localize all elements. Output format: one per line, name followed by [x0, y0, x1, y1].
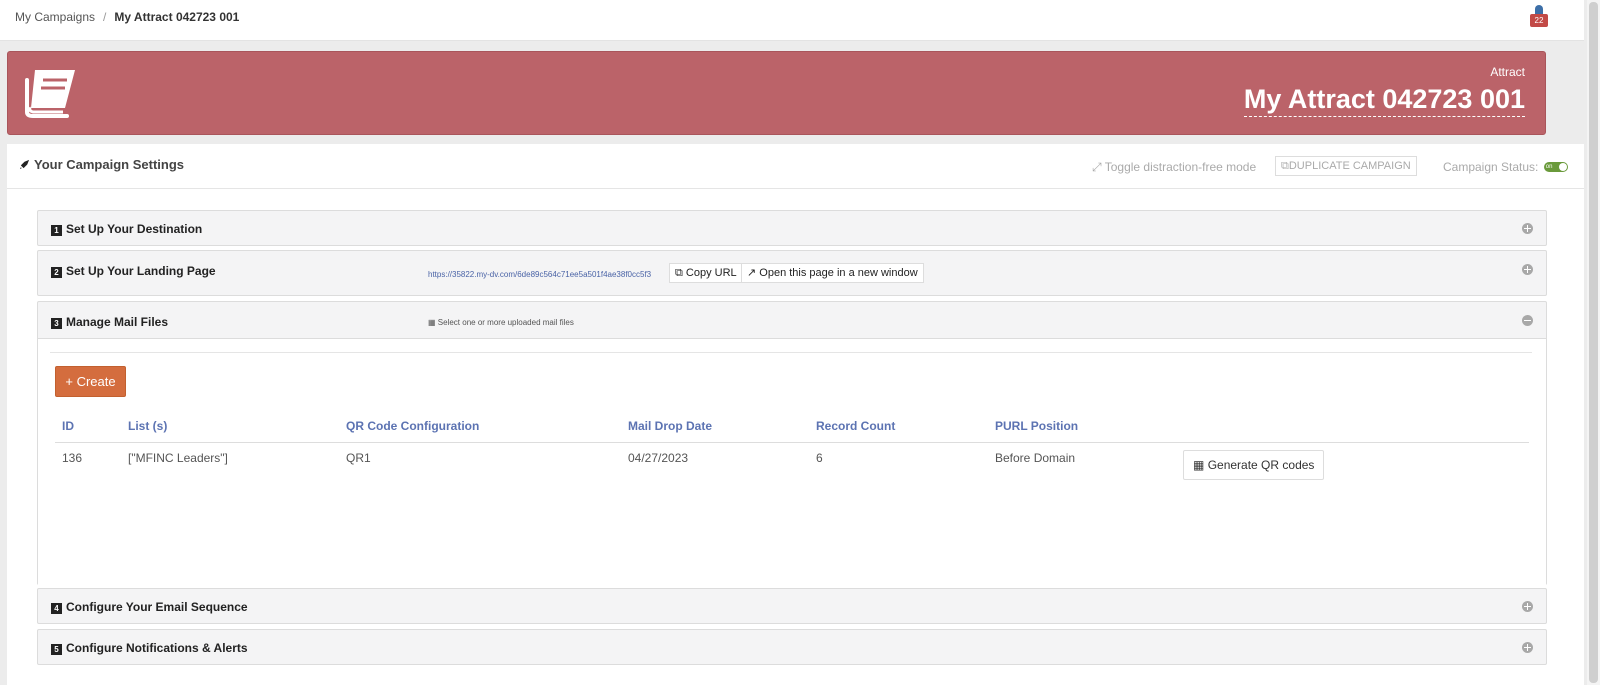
notifications-bell-icon[interactable]: 22 [1530, 5, 1550, 27]
toggle-distraction-free[interactable]: ⤢ Toggle distraction-free mode [1092, 160, 1256, 175]
settings-header: Your Campaign Settings ⤢ Toggle distract… [7, 144, 1584, 189]
column-header-qr-config[interactable]: QR Code Configuration [346, 419, 479, 433]
settings-title: Your Campaign Settings [19, 157, 184, 172]
column-header-mail-drop-date[interactable]: Mail Drop Date [628, 419, 712, 433]
campaign-banner: Attract My Attract 042723 001 [7, 51, 1546, 135]
scrollbar-thumb[interactable] [1589, 2, 1598, 683]
column-header-purl-position[interactable]: PURL Position [995, 419, 1078, 433]
generate-qr-codes-button[interactable]: ▦ Generate QR codes [1183, 450, 1325, 480]
panel-mail-files: 3 Manage Mail Files ▦ Select one or more … [37, 301, 1547, 585]
expand-icon[interactable] [1522, 601, 1533, 612]
copy-url-button[interactable]: ⧉ Copy URL [669, 263, 743, 283]
copy-icon: ⧉ [675, 267, 683, 279]
mail-files-body: + Create ID List (s) QR Code Configurati… [38, 338, 1546, 585]
expand-icon[interactable] [1522, 223, 1533, 234]
campaign-type: Attract [1490, 65, 1525, 79]
copy-icon: ⧉ [1281, 160, 1289, 172]
open-new-window-label: Open this page in a new window [759, 267, 918, 279]
notification-count-badge: 22 [1530, 14, 1548, 27]
panel-title-label: Configure Notifications & Alerts [66, 641, 248, 655]
breadcrumb-separator: / [103, 10, 107, 24]
panel-email-sequence[interactable]: 4 Configure Your Email Sequence [37, 588, 1547, 624]
campaign-settings: Your Campaign Settings ⤢ Toggle distract… [7, 144, 1584, 685]
table-header-divider [55, 442, 1529, 443]
cell-qr-config: QR1 [346, 451, 371, 465]
panel-notifications[interactable]: 5 Configure Notifications & Alerts [37, 629, 1547, 665]
open-new-window-button[interactable]: ↗ Open this page in a new window [741, 263, 924, 283]
cell-record-count: 6 [816, 451, 823, 465]
column-header-lists[interactable]: List (s) [128, 419, 167, 433]
cell-id: 136 [62, 451, 83, 465]
cell-purl-position: Before Domain [995, 451, 1076, 465]
step-number: 4 [51, 603, 62, 614]
column-header-id[interactable]: ID [62, 419, 74, 433]
panel-landing-page-title: 2 Set Up Your Landing Page [51, 264, 216, 278]
cell-lists: ["MFINC Leaders"] [128, 451, 228, 465]
breadcrumb-current: My Attract 042723 001 [114, 10, 240, 24]
expand-arrows-icon: ⤢ [1092, 160, 1102, 174]
qr-code-icon: ▦ [1193, 458, 1205, 472]
expand-icon[interactable] [1522, 642, 1533, 653]
breadcrumb: My Campaigns / My Attract 042723 001 [15, 10, 239, 24]
panel-notifications-title: 5 Configure Notifications & Alerts [51, 641, 248, 655]
mail-files-hint-text: Select one or more uploaded mail files [437, 318, 574, 327]
landing-page-url[interactable]: https://35822.my-dv.com/6de89c564c71ee5a… [428, 270, 651, 279]
mail-files-hint: ▦ Select one or more uploaded mail files [428, 318, 574, 327]
copy-url-label: Copy URL [685, 267, 737, 279]
external-link-icon: ↗ [747, 267, 757, 279]
panel-title-label: Set Up Your Landing Page [66, 264, 216, 278]
divider [50, 352, 1532, 353]
panel-email-sequence-title: 4 Configure Your Email Sequence [51, 600, 248, 614]
generate-qr-codes-label: Generate QR codes [1207, 458, 1315, 472]
panel-destination[interactable]: 1 Set Up Your Destination [37, 210, 1547, 246]
column-header-record-count[interactable]: Record Count [816, 419, 895, 433]
panel-title-label: Configure Your Email Sequence [66, 600, 248, 614]
panel-title-label: Manage Mail Files [66, 315, 169, 329]
cell-mail-drop-date: 04/27/2023 [628, 451, 689, 465]
panel-destination-title: 1 Set Up Your Destination [51, 222, 202, 236]
step-number: 2 [51, 267, 62, 278]
top-bar: My Campaigns / My Attract 042723 001 22 [0, 0, 1584, 41]
step-number: 5 [51, 644, 62, 655]
panel-title-label: Set Up Your Destination [66, 222, 203, 236]
status-switch-text: on [1545, 164, 1553, 170]
step-number: 3 [51, 318, 62, 329]
book-icon [25, 70, 75, 118]
panel-mail-files-title[interactable]: 3 Manage Mail Files [51, 315, 168, 329]
settings-title-label: Your Campaign Settings [34, 157, 184, 172]
rocket-icon [19, 159, 30, 170]
create-mail-file-button[interactable]: + Create [55, 366, 126, 397]
panel-landing-page[interactable]: 2 Set Up Your Landing Page https://35822.… [37, 250, 1547, 296]
campaign-status-toggle[interactable]: on [1543, 162, 1568, 172]
toggle-distraction-free-label: Toggle distraction-free mode [1104, 160, 1257, 174]
campaign-status: Campaign Status: on [1443, 160, 1568, 174]
qr-code-icon: ▦ [428, 318, 436, 327]
step-number: 1 [51, 225, 62, 236]
expand-icon[interactable] [1522, 264, 1533, 275]
duplicate-campaign-button[interactable]: ⧉DUPLICATE CAMPAIGN [1275, 156, 1417, 176]
vertical-scrollbar[interactable] [1587, 0, 1600, 685]
campaign-status-label: Campaign Status: [1443, 160, 1539, 174]
collapse-icon[interactable] [1522, 315, 1533, 326]
campaign-title[interactable]: My Attract 042723 001 [1243, 83, 1525, 117]
breadcrumb-my-campaigns[interactable]: My Campaigns [15, 10, 95, 24]
duplicate-campaign-label: DUPLICATE CAMPAIGN [1288, 160, 1411, 172]
